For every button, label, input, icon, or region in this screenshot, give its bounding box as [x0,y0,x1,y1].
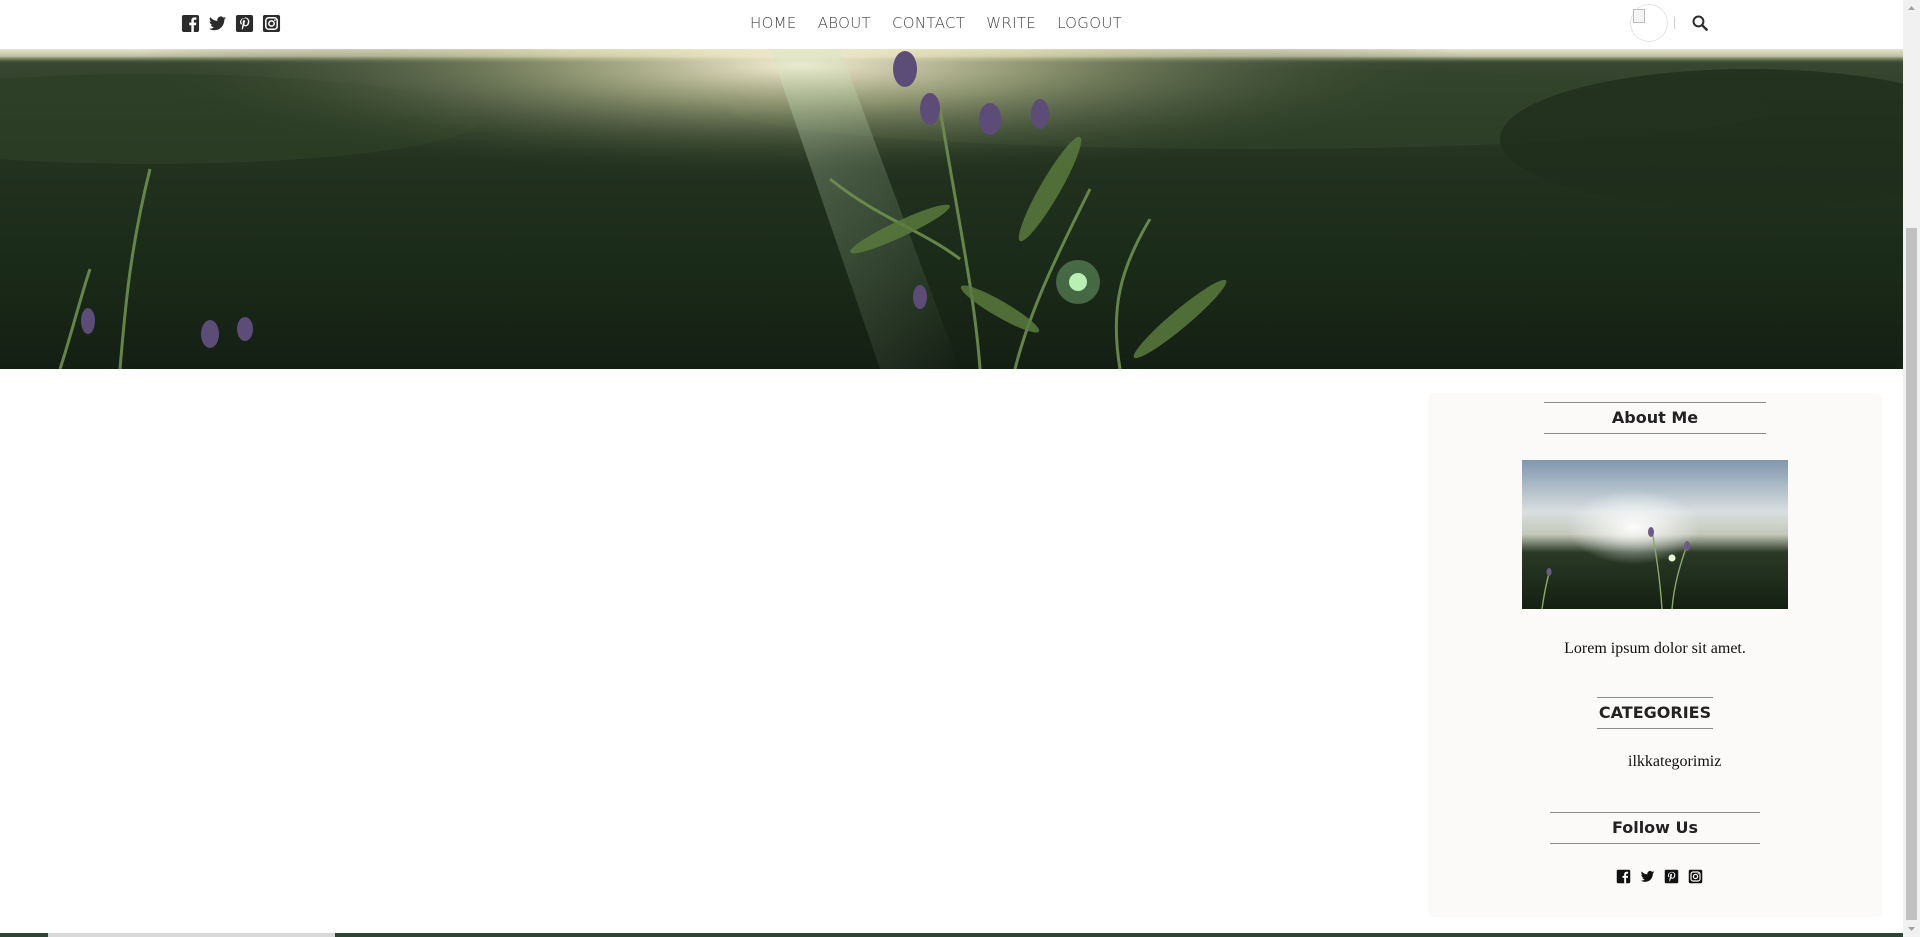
scrollbar-thumb[interactable] [1906,228,1917,920]
top-bar: HOME ABOUT CONTACT WRITE LOGOUT [0,0,1903,49]
instagram-icon[interactable] [262,14,281,33]
top-social-icons [181,14,281,33]
nav-about[interactable]: ABOUT [818,14,871,32]
divider [1674,17,1675,29]
avatar[interactable] [1630,4,1668,42]
instagram-icon[interactable] [1688,869,1703,884]
about-image [1522,460,1788,609]
category-item[interactable]: ilkkategorimiz [1628,753,1721,771]
main-nav: HOME ABOUT CONTACT WRITE LOGOUT [750,14,1122,32]
nav-contact[interactable]: CONTACT [892,14,965,32]
top-right-controls [1630,4,1709,42]
vertical-scrollbar[interactable] [1903,0,1920,937]
sidebar-social-icons [1616,869,1703,884]
pinterest-square-icon[interactable] [1664,869,1679,884]
pinterest-square-icon[interactable] [235,14,254,33]
about-photo [1522,460,1788,609]
twitter-icon[interactable] [208,14,227,33]
bottom-edge-light [48,933,335,937]
flower-field-photo [0,49,1903,369]
broken-image-icon [1633,9,1645,23]
header-image [0,49,1903,369]
categories-title: CATEGORIES [1597,697,1713,729]
twitter-icon[interactable] [1640,869,1655,884]
nav-home[interactable]: HOME [750,14,797,32]
about-title: About Me [1544,402,1766,434]
about-text: Lorem ipsum dolor sit amet. [1564,640,1746,657]
scroll-up-arrow-icon[interactable] [1903,0,1920,17]
bottom-edge [0,933,1903,937]
facebook-square-icon[interactable] [1616,869,1631,884]
nav-write[interactable]: WRITE [986,14,1036,32]
facebook-square-icon[interactable] [181,14,200,33]
sidebar: About Me Lorem ipsum dolor sit amet. CAT… [1428,393,1882,917]
nav-logout[interactable]: LOGOUT [1057,14,1122,32]
follow-title: Follow Us [1550,812,1760,844]
scroll-down-arrow-icon[interactable] [1903,920,1920,937]
search-icon[interactable] [1691,14,1709,32]
